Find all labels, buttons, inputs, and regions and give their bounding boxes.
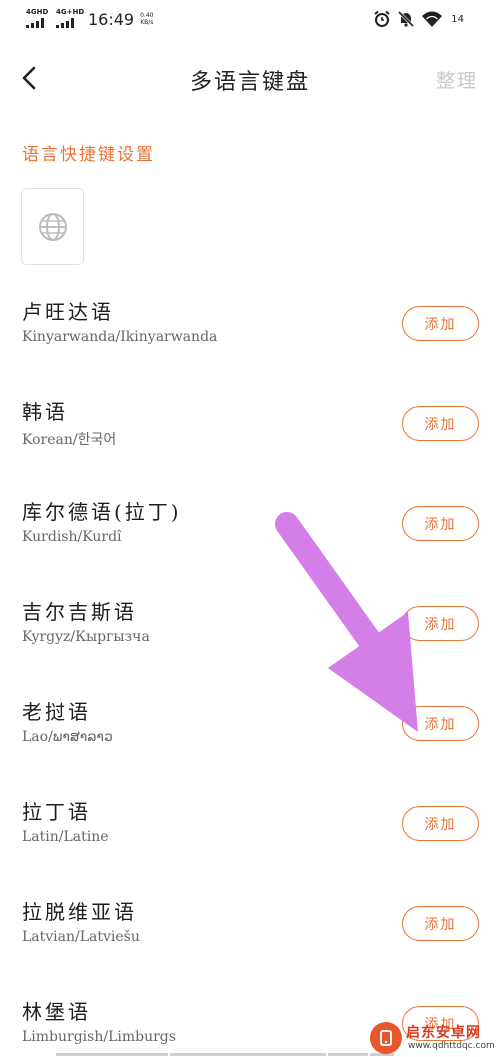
- watermark-logo-icon: [370, 1022, 402, 1054]
- language-name: 拉丁语: [22, 800, 91, 824]
- list-item: 库尔德语(拉丁) Kurdish/Kurdî 添加: [0, 484, 500, 584]
- status-left: 4GHD 4G+HD 16:49 0.40 KB/s: [26, 8, 153, 30]
- watermark: 启东安卓网 www.qdhttdqc.com: [370, 1020, 498, 1056]
- language-name: 韩语: [22, 400, 68, 424]
- language-native-name: Limburgish/Limburgs: [22, 1029, 176, 1045]
- list-item: 吉尔吉斯语 Kyrgyz/Кыргызча 添加: [0, 584, 500, 684]
- section-title: 语言快捷键设置: [22, 145, 155, 165]
- language-name: 库尔德语(拉丁): [22, 500, 182, 524]
- language-native-name: Lao/ພາສາລາວ: [22, 729, 113, 745]
- network-type-label-2: 4G+HD: [56, 8, 85, 16]
- language-native-name: Kinyarwanda/Ikinyarwanda: [22, 329, 218, 345]
- watermark-url: www.qdhttdqc.com: [408, 1041, 495, 1051]
- list-item: 韩语 Korean/한국어 添加: [0, 384, 500, 484]
- network-speed-unit: KB/s: [140, 19, 154, 26]
- header-bar: 多语言键盘 整理: [0, 50, 500, 106]
- language-name: 林堡语: [22, 1000, 91, 1024]
- add-language-button[interactable]: 添加: [402, 506, 479, 541]
- list-item: 拉脱维亚语 Latvian/Latviešu 添加: [0, 884, 500, 984]
- alarm-icon: [374, 10, 390, 27]
- cellular-signal-icon-2: 4G+HD: [56, 8, 84, 30]
- add-language-button[interactable]: 添加: [402, 706, 479, 741]
- language-name: 拉脱维亚语: [22, 900, 137, 924]
- network-speed-value: 0.40: [140, 12, 154, 19]
- add-language-button[interactable]: 添加: [402, 306, 479, 341]
- wifi-icon: [422, 11, 443, 27]
- cellular-signal-icon: 4GHD: [26, 8, 50, 30]
- language-native-name: Kyrgyz/Кыргызча: [22, 629, 150, 645]
- page-title: 多语言键盘: [189, 70, 310, 95]
- add-language-button[interactable]: 添加: [402, 906, 479, 941]
- organize-button[interactable]: 整理: [436, 66, 478, 93]
- list-item: 卢旺达语 Kinyarwanda/Ikinyarwanda 添加: [0, 284, 500, 384]
- network-type-label: 4GHD: [26, 8, 49, 16]
- language-name: 吉尔吉斯语: [22, 600, 137, 624]
- network-speed: 0.40 KB/s: [140, 12, 153, 26]
- list-item: 拉丁语 Latin/Latine 添加: [0, 784, 500, 884]
- list-item: 老挝语 Lao/ພາສາລາວ 添加: [0, 684, 500, 784]
- watermark-title: 启东安卓网: [406, 1025, 481, 1041]
- language-native-name: Kurdish/Kurdî: [22, 529, 122, 545]
- globe-icon: [38, 212, 67, 241]
- language-name: 老挝语: [22, 700, 91, 724]
- add-language-button[interactable]: 添加: [402, 806, 479, 841]
- language-name: 卢旺达语: [22, 300, 114, 324]
- mute-bell-icon: [398, 10, 415, 28]
- add-language-button[interactable]: 添加: [402, 606, 479, 641]
- language-native-name: Korean/한국어: [22, 432, 117, 448]
- language-list: 卢旺达语 Kinyarwanda/Ikinyarwanda 添加 韩语 Kore…: [0, 284, 500, 1057]
- clock-time: 16:49: [88, 9, 135, 29]
- battery-level: 14: [451, 13, 464, 25]
- language-native-name: Latvian/Latviešu: [22, 929, 140, 945]
- add-language-button[interactable]: 添加: [402, 406, 479, 441]
- language-shortcut-card[interactable]: [21, 188, 84, 265]
- language-native-name: Latin/Latine: [22, 829, 109, 845]
- status-right: 14: [373, 10, 464, 28]
- status-bar: 4GHD 4G+HD 16:49 0.40 KB/s 14: [0, 0, 500, 40]
